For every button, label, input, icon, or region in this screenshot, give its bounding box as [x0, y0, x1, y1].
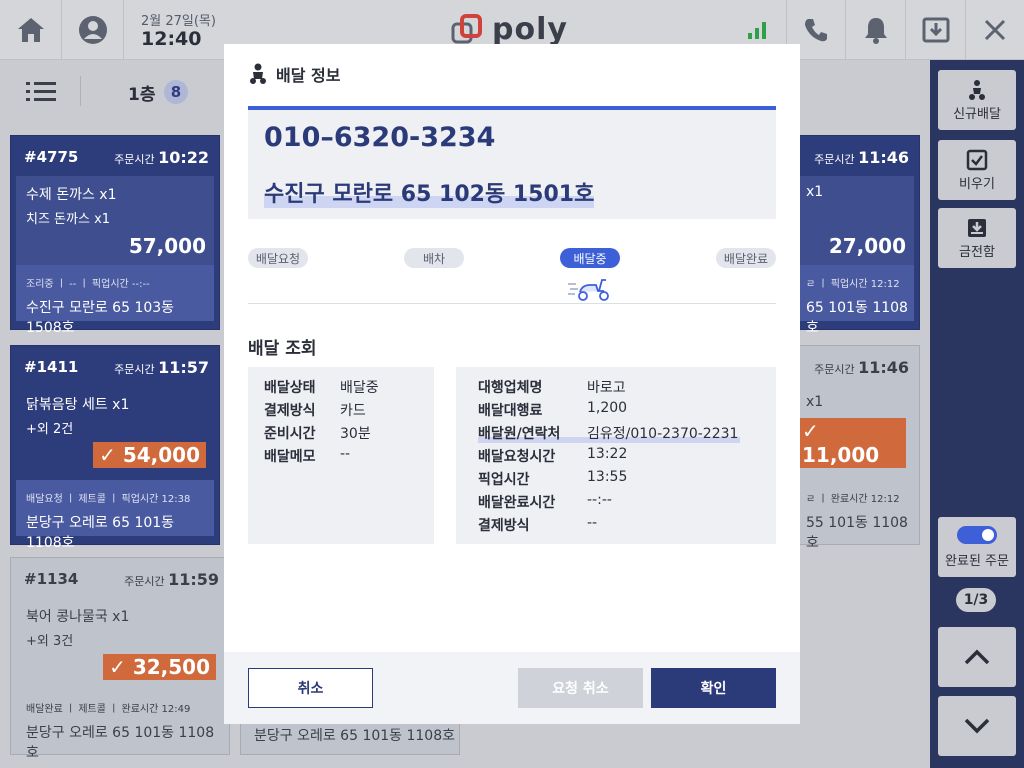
page-indicator: 1/3: [956, 588, 996, 612]
current-date: 2월 27일(목): [141, 14, 216, 29]
order-footer: ㄹ ㅣ 픽업시간 12:12 65 101동 1108호: [796, 265, 914, 336]
order-items: 닭볶음탕 세트 x1 +외 2건 ✓ 54,000: [16, 386, 214, 476]
cash-drawer-button[interactable]: 금전함: [938, 208, 1016, 268]
confirm-button[interactable]: 확인: [651, 668, 776, 708]
step-completed: 배달완료: [716, 248, 776, 268]
order-time: 주문시간 10:22: [114, 148, 209, 167]
home-button[interactable]: [0, 0, 62, 59]
order-number: #1411: [24, 358, 79, 376]
completed-orders-toggle[interactable]: 완료된 주문: [938, 517, 1016, 577]
order-footer: ㄹ ㅣ 완료시간 12:12 55 101동 1108호: [796, 480, 914, 551]
scroll-up-button[interactable]: [938, 627, 1016, 687]
notification-button[interactable]: [846, 0, 906, 59]
order-time: 주문시간 11:59: [124, 570, 219, 589]
step-requested: 배달요청: [248, 248, 308, 268]
close-icon: [984, 19, 1006, 40]
order-card[interactable]: 주문시간 11:46 x1 ✓ 11,000 ㄹ ㅣ 완료시간 12:12 55…: [790, 345, 920, 551]
order-card[interactable]: #4775 주문시간 10:22 수제 돈까스 x1 치즈 돈까스 x1 57,…: [10, 135, 220, 336]
drawer-icon: [922, 17, 949, 42]
order-items: 수제 돈까스 x1 치즈 돈까스 x1 57,000: [16, 176, 214, 266]
order-items: x1 ✓ 11,000: [796, 386, 914, 476]
delivery-lookup-title: 배달 조회: [248, 339, 317, 359]
checkbox-icon: [966, 149, 988, 170]
close-button[interactable]: [966, 0, 1024, 59]
order-items: 북어 콩나물국 x1 +외 3건 ✓ 32,500: [16, 598, 224, 688]
modal-title: 배달 정보: [276, 66, 341, 85]
delivery-agency-panel: 대행업체명 바로고 배달대행료 1,200 배달원/연락처 김유정/010-2370-…: [456, 367, 776, 544]
poly-logo: poly: [450, 12, 568, 47]
new-delivery-label: 신규배달: [953, 106, 1001, 122]
order-price: ✓ 54,000: [93, 442, 206, 468]
account-icon: [78, 15, 107, 44]
logo-mark-icon: [451, 13, 482, 43]
order-card[interactable]: #1134 주문시간 11:59 북어 콩나물국 x1 +외 3건 ✓ 32,5…: [10, 557, 230, 761]
order-price: 57,000: [128, 234, 206, 258]
cash-drawer-icon: [968, 218, 986, 237]
delivery-info-modal: 배달 정보 010–6320-3234 수진구 모란로 65 102동 1501…: [224, 44, 800, 724]
order-time: 주문시간 11:46: [814, 358, 909, 377]
chevron-down-icon: [964, 718, 990, 734]
customer-info-box: 010–6320-3234 수진구 모란로 65 102동 1501호: [248, 106, 776, 219]
info-row: 배달원/연락처 김유정/010-2370-2231: [478, 423, 740, 443]
completed-orders-label: 완료된 주문: [945, 553, 1009, 569]
modal-footer: 취소 요청 취소 확인: [224, 652, 800, 724]
account-button[interactable]: [62, 0, 124, 59]
order-footer: 배달요청 ㅣ 제트콜 ㅣ 픽업시간 12:38 분당구 오레로 65 101동 …: [16, 480, 214, 551]
scooter-icon: [568, 279, 609, 301]
scroll-down-button[interactable]: [938, 696, 1016, 756]
step-delivering: 배달중: [560, 248, 620, 268]
chevron-up-icon: [964, 649, 990, 665]
new-delivery-button[interactable]: 신규배달: [938, 70, 1016, 130]
menu-button[interactable]: [26, 80, 56, 108]
order-number: #4775: [24, 148, 79, 166]
order-footer: 조리중 ㅣ -- ㅣ 픽업시간 --:-- 수진구 모란로 65 103동 15…: [16, 265, 214, 336]
order-time: 주문시간 11:46: [814, 148, 909, 167]
order-price: ✓ 32,500: [103, 654, 216, 680]
cancel-button[interactable]: 취소: [248, 668, 373, 708]
signal-icon: [748, 21, 766, 39]
logo-text: poly: [492, 12, 568, 47]
step-dispatched: 배차: [404, 248, 464, 268]
modal-header: 배달 정보: [248, 62, 340, 86]
current-time: 12:40: [141, 28, 202, 50]
completed-orders-switch[interactable]: [957, 525, 997, 544]
cash-drawer-label: 금전함: [959, 244, 995, 260]
order-card[interactable]: #1411 주문시간 11:57 닭볶음탕 세트 x1 +외 2건 ✓ 54,0…: [10, 345, 220, 551]
floor-tab[interactable]: 1층: [128, 80, 155, 105]
empty-label: 비우기: [959, 176, 995, 192]
order-card[interactable]: 주문시간 11:46 x1 27,000 ㄹ ㅣ 픽업시간 12:12 65 1…: [790, 135, 920, 336]
delivery-progress: 배달요청 배차 배달중 배달완료: [248, 248, 776, 304]
order-price: ✓ 11,000: [796, 418, 906, 468]
bell-icon: [864, 17, 887, 44]
order-items: x1 27,000: [796, 176, 914, 266]
divider: [80, 76, 81, 106]
customer-address: 수진구 모란로 65 102동 1501호: [264, 176, 595, 208]
right-sidebar: 신규배달 비우기 금전함 완료된 주문: [930, 60, 1024, 768]
scooter-rider-icon: [969, 79, 985, 100]
order-number: #1134: [24, 570, 79, 588]
drawer-button[interactable]: [906, 0, 966, 59]
home-icon: [17, 17, 44, 42]
order-price: 27,000: [828, 234, 906, 258]
phone-icon: [805, 18, 827, 41]
empty-button[interactable]: 비우기: [938, 140, 1016, 200]
delivery-status-panel: 배달상태 배달중 결제방식 카드 준비시간 30분 배달메모 --: [248, 367, 434, 544]
order-footer: 배달완료 ㅣ 제트콜 ㅣ 완료시간 12:49 분당구 오레로 65 101동 …: [16, 690, 224, 761]
order-time: 주문시간 11:57: [114, 358, 209, 377]
request-cancel-button[interactable]: 요청 취소: [518, 668, 643, 708]
floor-order-count: 8: [164, 80, 188, 104]
delivery-rider-icon: [250, 63, 266, 84]
customer-phone: 010–6320-3234: [264, 122, 496, 153]
hamburger-menu-icon: [26, 82, 56, 101]
